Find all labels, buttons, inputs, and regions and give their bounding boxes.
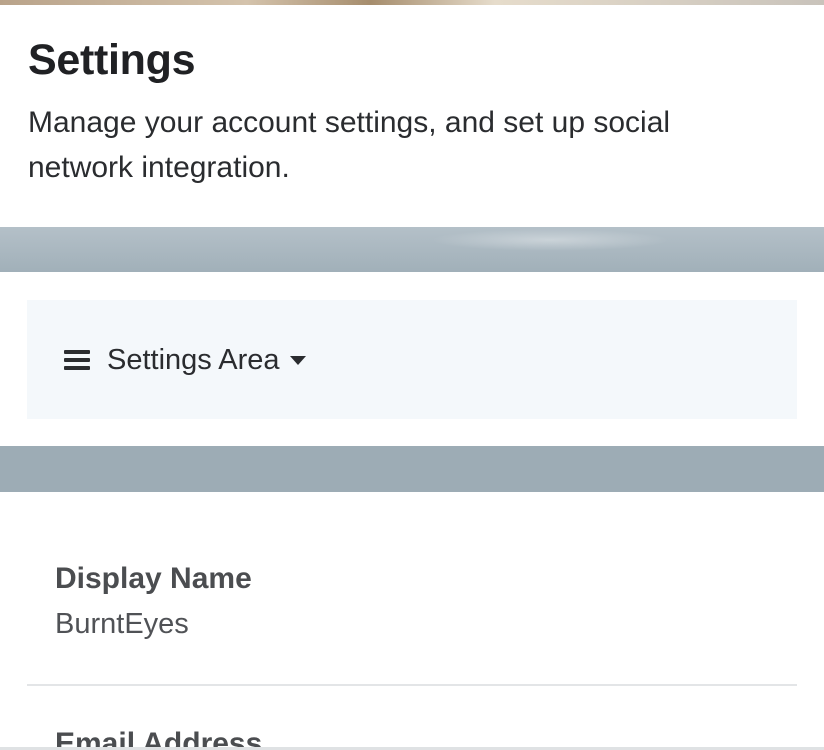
settings-area-label: Settings Area xyxy=(107,343,280,376)
account-settings-panel: Display Name BurntEyes Email Address xyxy=(0,492,824,750)
background-photo-band xyxy=(0,227,824,272)
field-divider xyxy=(27,684,797,686)
settings-nav-card: Settings Area xyxy=(0,272,824,446)
display-name-value: BurntEyes xyxy=(55,608,189,640)
page-title: Settings xyxy=(28,36,196,84)
caret-down-icon xyxy=(289,356,306,365)
page-subtitle: Manage your account settings, and set up… xyxy=(28,106,671,184)
settings-header: Settings Manage your account settings, a… xyxy=(0,5,824,227)
section-separator-band xyxy=(0,446,824,492)
display-name-label: Display Name xyxy=(55,562,252,595)
settings-area-dropdown[interactable]: Settings Area xyxy=(27,300,797,419)
hamburger-icon xyxy=(64,349,90,370)
